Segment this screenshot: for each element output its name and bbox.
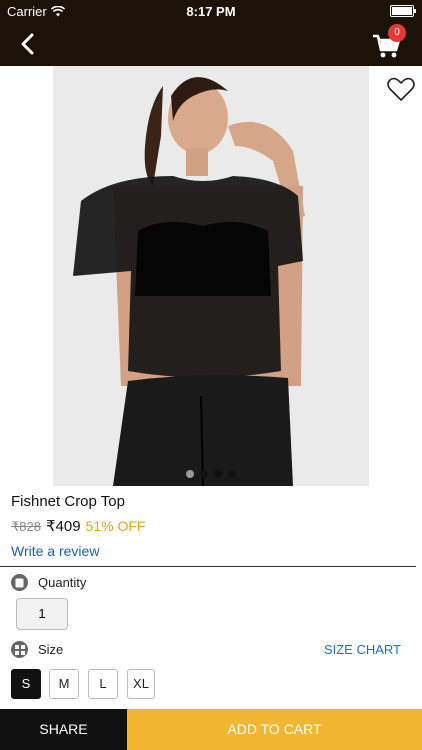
- product-photo: [53, 66, 369, 486]
- status-bar: Carrier 8:17 PM: [0, 0, 422, 22]
- current-price: ₹409: [45, 518, 81, 535]
- write-review-link[interactable]: Write a review: [11, 543, 99, 559]
- cart-count-badge: 0: [388, 24, 406, 42]
- size-option-xl[interactable]: XL: [127, 669, 155, 699]
- size-option-s[interactable]: S: [11, 669, 41, 699]
- share-button[interactable]: SHARE: [0, 709, 127, 750]
- size-chart-link[interactable]: SIZE CHART: [324, 642, 401, 657]
- quantity-selector[interactable]: 1: [16, 598, 68, 630]
- size-row: Size: [11, 641, 63, 658]
- carousel-dot[interactable]: [228, 470, 236, 478]
- carousel-indicator[interactable]: [53, 470, 369, 478]
- carousel-dot[interactable]: [186, 470, 194, 478]
- price-row: ₹828 ₹409 51% OFF: [11, 517, 145, 535]
- product-image[interactable]: [53, 66, 369, 486]
- carousel-dot[interactable]: [200, 470, 208, 478]
- heart-icon[interactable]: [386, 74, 416, 104]
- product-title: Fishnet Crop Top: [11, 493, 125, 510]
- size-option-l[interactable]: L: [88, 669, 118, 699]
- discount-label: 51% OFF: [85, 518, 146, 534]
- original-price: ₹828: [11, 519, 41, 534]
- navigation-bar: 0: [0, 22, 422, 66]
- quantity-label: Quantity: [38, 575, 87, 590]
- status-time: 8:17 PM: [186, 4, 236, 19]
- quantity-row: Quantity: [11, 574, 86, 591]
- size-option-m[interactable]: M: [49, 669, 79, 699]
- quantity-icon: [11, 574, 28, 591]
- add-to-cart-button[interactable]: ADD TO CART: [127, 709, 422, 750]
- grid-icon: [11, 641, 28, 658]
- cart-button[interactable]: 0: [370, 24, 406, 62]
- divider: [0, 566, 416, 567]
- battery-icon: [390, 5, 416, 17]
- bottom-action-bar: SHARE ADD TO CART: [0, 709, 422, 750]
- back-chevron-icon[interactable]: [14, 30, 42, 58]
- carousel-dot[interactable]: [214, 470, 222, 478]
- size-label: Size: [38, 642, 64, 657]
